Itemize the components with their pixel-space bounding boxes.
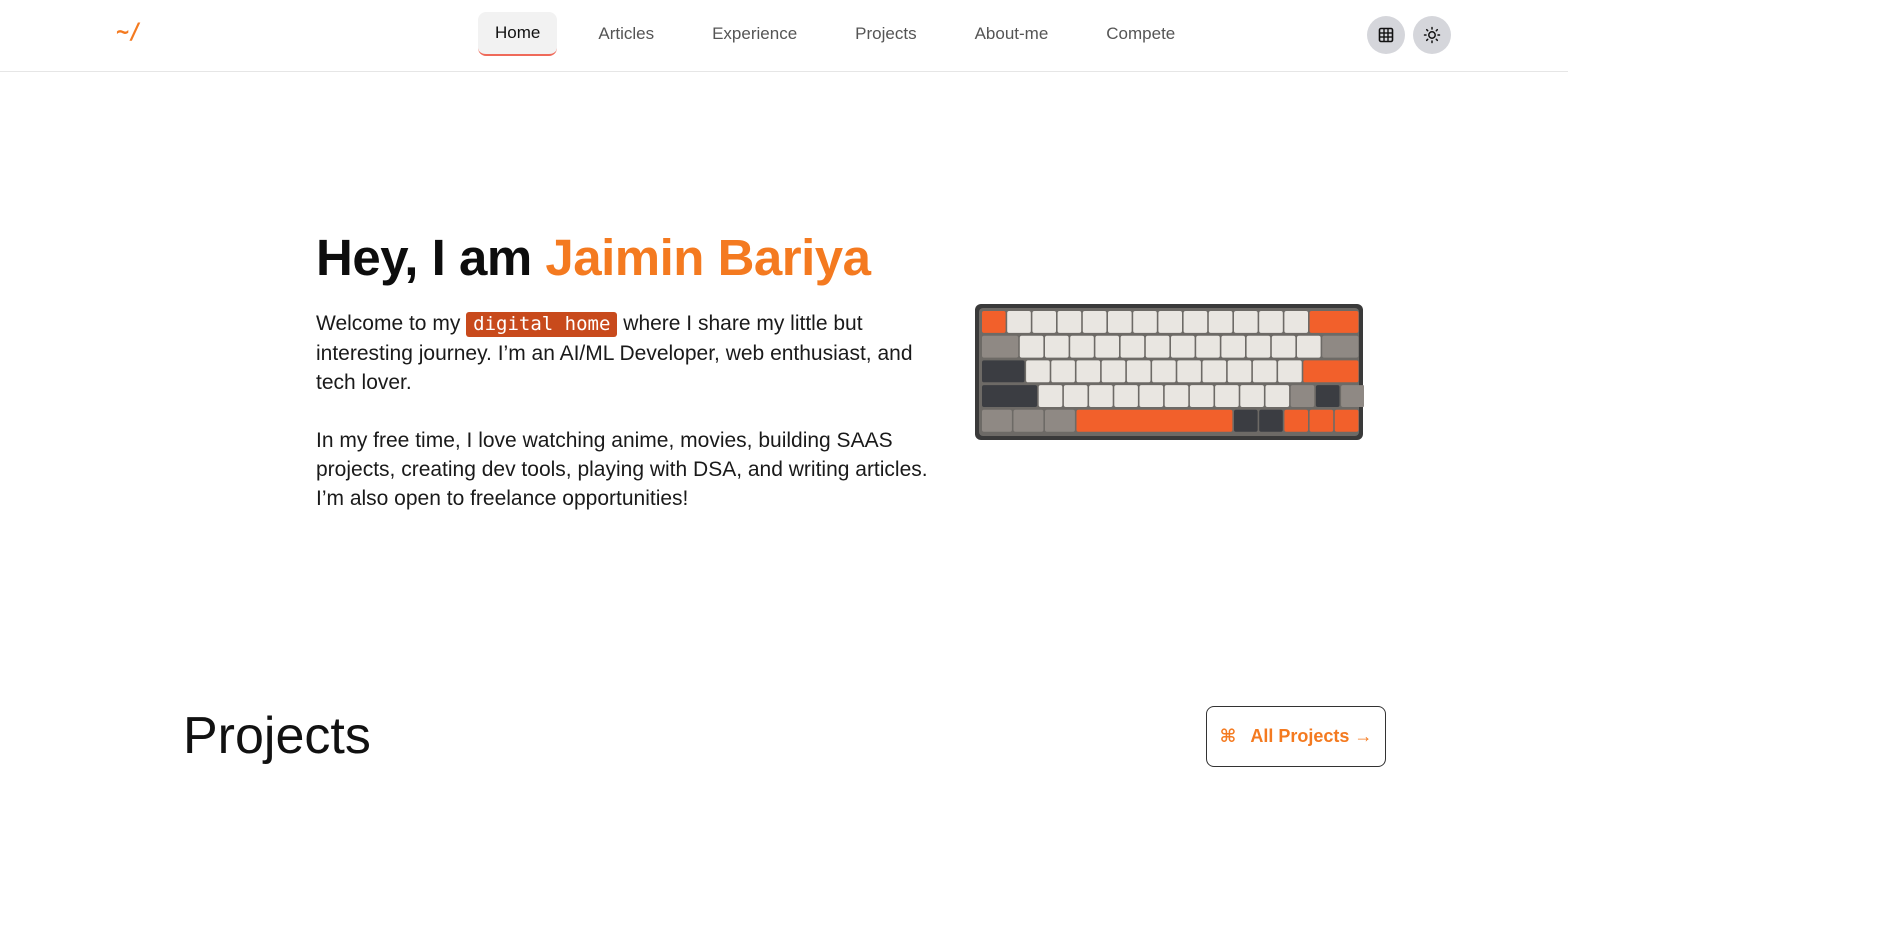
keycap <box>1208 311 1233 333</box>
nav-home[interactable]: Home <box>478 12 558 56</box>
keycap <box>1322 335 1359 358</box>
keycap <box>1019 335 1044 358</box>
sun-icon <box>1423 26 1441 44</box>
main-nav: Home Articles Experience Projects About-… <box>478 12 1216 56</box>
keycap <box>1114 385 1138 407</box>
keycap <box>1038 385 1063 407</box>
all-projects-button[interactable]: ⌘ All Projects → <box>1206 706 1386 767</box>
keycap <box>1082 311 1107 333</box>
keycap <box>1145 335 1170 358</box>
keycap <box>1057 311 1082 333</box>
keycap <box>982 311 1006 333</box>
keycap <box>1309 311 1359 333</box>
keycap <box>1284 311 1308 333</box>
intro-text-start: Welcome to my <box>316 312 467 335</box>
grid-icon <box>1378 27 1394 43</box>
keycap <box>1196 335 1220 358</box>
site-logo[interactable]: ~/ <box>116 20 141 45</box>
nav-projects[interactable]: Projects <box>838 12 933 56</box>
keycap <box>1026 360 1050 383</box>
keycap <box>1120 335 1145 358</box>
keycap <box>1133 311 1157 333</box>
keycap <box>1095 335 1119 358</box>
keycap <box>1341 385 1364 407</box>
keycap <box>1089 385 1113 407</box>
hero-heading: Hey, I am Jaimin Bariya <box>316 228 871 287</box>
keycap <box>982 409 1012 432</box>
keycap <box>1007 311 1031 333</box>
keycap <box>1215 385 1239 407</box>
hero-intro-paragraph: Welcome to my digital home where I share… <box>316 309 936 397</box>
keycap <box>1234 311 1258 333</box>
keycap <box>1221 335 1245 358</box>
nav-compete[interactable]: Compete <box>1089 12 1192 56</box>
keycap <box>1108 311 1132 333</box>
mechanical-keyboard-image <box>975 304 1364 440</box>
keycap <box>1171 335 1195 358</box>
keycap <box>1284 409 1308 432</box>
keycap <box>1013 409 1044 432</box>
keycap <box>1051 360 1075 383</box>
theme-toggle-button[interactable] <box>1413 16 1451 54</box>
projects-section-title: Projects <box>183 707 371 765</box>
keycap <box>1177 360 1201 383</box>
keycap <box>1303 360 1359 383</box>
keycap <box>1189 385 1214 407</box>
all-projects-label: All Projects → <box>1250 726 1373 746</box>
keycap <box>1271 335 1296 358</box>
hero-free-time-paragraph: In my free time, I love watching anime, … <box>316 429 928 510</box>
keycap <box>1315 385 1340 407</box>
keycap <box>1126 360 1151 383</box>
keycap <box>1290 385 1315 407</box>
keycap <box>1045 335 1069 358</box>
keycap <box>982 360 1025 383</box>
keycap <box>982 335 1019 358</box>
keycap <box>1278 360 1302 383</box>
keycap <box>1309 409 1334 432</box>
nav-articles[interactable]: Articles <box>581 12 671 56</box>
keycap <box>1164 385 1189 407</box>
keycap <box>1227 360 1252 383</box>
command-icon: ⌘ <box>1219 726 1237 746</box>
keycap <box>1259 311 1283 333</box>
keycap <box>1246 335 1271 358</box>
keycap <box>1063 385 1088 407</box>
keycap <box>1032 311 1056 333</box>
keycap <box>1183 311 1208 333</box>
keycap <box>1158 311 1182 333</box>
nav-about-me[interactable]: About-me <box>958 12 1066 56</box>
keycap <box>1252 360 1277 383</box>
keycap <box>1297 335 1321 358</box>
keycap <box>1265 385 1290 407</box>
keycap <box>1076 409 1233 432</box>
hero-heading-name: Jaimin Bariya <box>545 229 871 286</box>
site-header: ~/ Home Articles Experience Projects Abo… <box>0 0 1568 72</box>
keycap <box>1234 409 1258 432</box>
keycap <box>1152 360 1176 383</box>
keycap <box>1045 409 1075 432</box>
keycap <box>1139 385 1164 407</box>
keycap <box>1240 385 1264 407</box>
keycap <box>982 385 1038 407</box>
grid-toggle-button[interactable] <box>1367 16 1405 54</box>
digital-home-highlight: digital home <box>466 312 618 337</box>
keycap <box>1101 360 1126 383</box>
keycap <box>1070 335 1094 358</box>
nav-experience[interactable]: Experience <box>695 12 814 56</box>
keycap <box>1334 409 1359 432</box>
keycap <box>1076 360 1101 383</box>
keycap <box>1259 409 1283 432</box>
hero-heading-prefix: Hey, I am <box>316 229 546 286</box>
keycap <box>1202 360 1227 383</box>
